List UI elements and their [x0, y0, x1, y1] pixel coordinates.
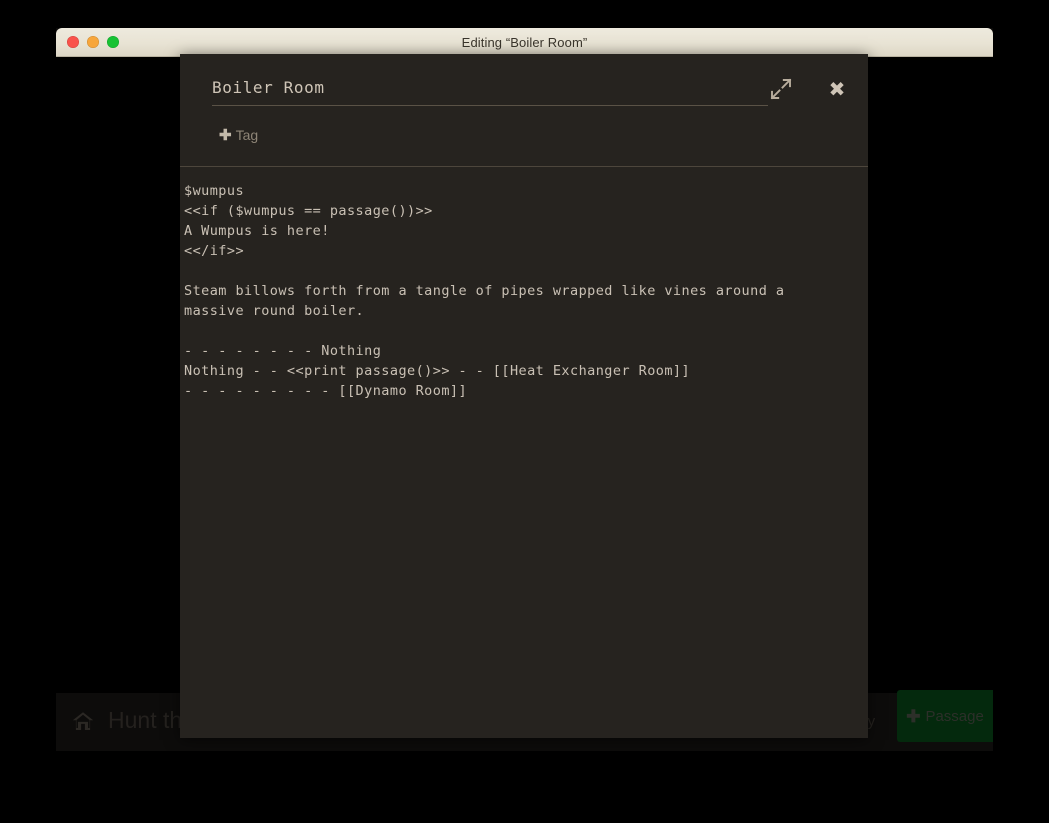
- passage-editor-dialog: ✖ ✚ Tag: [180, 54, 868, 738]
- passage-source-textarea[interactable]: [180, 167, 868, 738]
- new-passage-button[interactable]: ✚ Passage: [897, 690, 993, 742]
- window-title-text: Editing “Boiler Room”: [56, 28, 993, 57]
- passage-name-input[interactable]: [212, 74, 768, 106]
- close-icon[interactable]: ✖: [826, 78, 848, 100]
- plus-icon: ✚: [906, 708, 920, 725]
- home-icon[interactable]: [71, 709, 95, 733]
- expand-arrows-icon[interactable]: [770, 78, 792, 100]
- plus-icon: ✚: [219, 128, 232, 143]
- add-tag-button[interactable]: ✚ Tag: [217, 124, 260, 146]
- new-passage-label: Passage: [925, 708, 983, 725]
- window-titlebar: Editing “Boiler Room”: [56, 28, 993, 57]
- add-tag-label: Tag: [236, 127, 259, 143]
- editor-header: ✖ ✚ Tag: [180, 54, 868, 167]
